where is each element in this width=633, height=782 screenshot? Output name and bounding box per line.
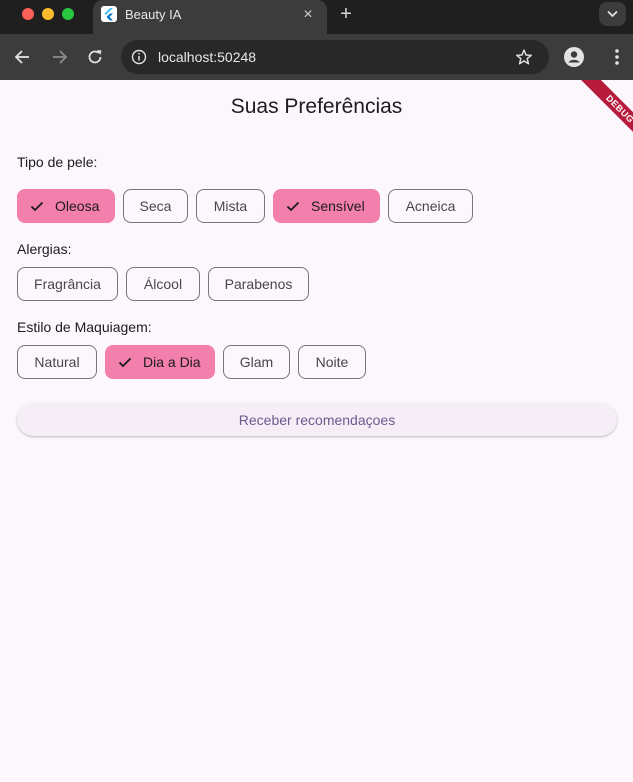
minimize-window-button[interactable]: [42, 8, 54, 20]
profile-icon[interactable]: [563, 46, 585, 68]
page-title: Suas Preferências: [230, 95, 403, 118]
tab-close-icon[interactable]: ×: [299, 6, 317, 24]
chip-label: Natural: [34, 354, 80, 370]
chip-label: Glam: [239, 354, 274, 370]
url-text[interactable]: localhost:50248: [158, 49, 256, 65]
chip-parabenos[interactable]: Parabenos: [208, 267, 309, 301]
browser-tab[interactable]: Beauty IA ×: [93, 0, 327, 34]
chip-alcool[interactable]: Álcool: [126, 267, 200, 301]
tab-search-button[interactable]: [599, 2, 626, 26]
get-recommendations-button[interactable]: Receber recomendaçoes: [17, 403, 617, 436]
tab-title: Beauty IA: [125, 7, 182, 22]
chip-label: Acneica: [405, 198, 456, 214]
back-button[interactable]: [12, 46, 34, 68]
chip-label: Parabenos: [224, 276, 293, 292]
chip-label: Mista: [213, 198, 248, 214]
check-icon: [285, 198, 301, 214]
chip-glam[interactable]: Glam: [223, 345, 290, 379]
browser-tab-bar: Beauty IA × +: [0, 0, 633, 34]
chip-label: Oleosa: [55, 198, 100, 214]
browser-toolbar: localhost:50248: [0, 34, 633, 80]
chip-noite[interactable]: Noite: [298, 345, 366, 379]
maximize-window-button[interactable]: [62, 8, 74, 20]
makeup-style-label: Estilo de Maquiagem:: [17, 319, 152, 335]
chip-seca[interactable]: Seca: [123, 189, 188, 223]
chip-label: Dia a Dia: [143, 354, 201, 370]
allergies-label: Alergias:: [17, 241, 72, 257]
close-window-button[interactable]: [22, 8, 34, 20]
chip-label: Noite: [315, 354, 349, 370]
reload-icon: [88, 50, 102, 64]
chevron-down-icon: [607, 10, 618, 18]
arrow-left-icon: [14, 50, 29, 64]
check-icon: [29, 198, 45, 214]
new-tab-button[interactable]: +: [336, 3, 356, 25]
forward-button[interactable]: [48, 46, 70, 68]
flutter-favicon-icon: [101, 6, 117, 22]
browser-menu-kebab-icon[interactable]: [609, 46, 625, 68]
chip-label: Seca: [139, 198, 172, 214]
bookmark-star-icon[interactable]: [515, 48, 533, 66]
skin-type-label: Tipo de pele:: [17, 154, 98, 170]
chip-dia-a-dia[interactable]: Dia a Dia: [105, 345, 215, 379]
chip-oleosa[interactable]: Oleosa: [17, 189, 115, 223]
chip-label: Álcool: [143, 276, 183, 292]
chip-label: Sensível: [311, 198, 365, 214]
chip-acneica[interactable]: Acneica: [388, 189, 473, 223]
chip-label: Fragrância: [34, 276, 101, 292]
check-icon: [117, 354, 133, 370]
arrow-right-icon: [53, 50, 68, 64]
chip-natural[interactable]: Natural: [17, 345, 97, 379]
chip-mista[interactable]: Mista: [196, 189, 265, 223]
chip-sensivel[interactable]: Sensível: [273, 189, 380, 223]
site-info-icon[interactable]: [131, 49, 147, 65]
app-viewport: Suas Preferências DEBUG Tipo de pele: Ol…: [0, 80, 633, 782]
reload-button[interactable]: [84, 46, 106, 68]
chip-fragrancia[interactable]: Fragrância: [17, 267, 118, 301]
address-bar[interactable]: localhost:50248: [121, 40, 549, 74]
